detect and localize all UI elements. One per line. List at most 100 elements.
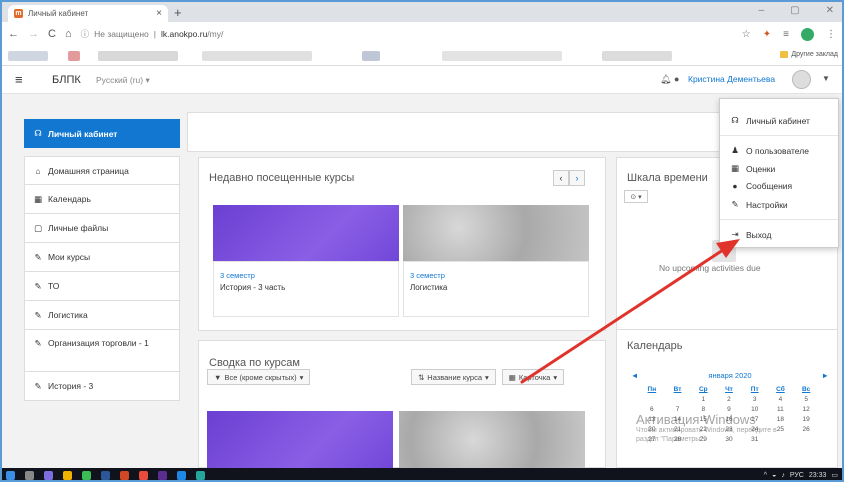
app-icon[interactable] xyxy=(158,470,167,480)
app-icon[interactable] xyxy=(139,470,148,480)
app-icon[interactable] xyxy=(177,470,186,480)
sidebar-item-files[interactable]: ▢ Личные файлы xyxy=(24,214,180,243)
chrome-icon[interactable] xyxy=(82,470,91,480)
powerpoint-icon[interactable] xyxy=(120,470,129,480)
course-category: 3 семестр xyxy=(410,271,445,280)
language-selector[interactable]: Русский (ru) ▾ xyxy=(96,75,150,86)
app-icon[interactable] xyxy=(196,470,205,480)
sidebar-item-my-courses[interactable]: ✎ Мои курсы xyxy=(24,243,180,272)
graduation-cap-icon: ✎ xyxy=(34,309,42,320)
menu-item-profile[interactable]: ♟ О пользователе xyxy=(730,145,809,156)
course-card[interactable]: 3 семестр Логистика xyxy=(403,261,589,317)
calendar-day[interactable]: 26 xyxy=(793,426,819,433)
close-window-icon[interactable]: ✕ xyxy=(826,5,834,16)
blurred-bookmark[interactable] xyxy=(8,51,48,61)
blurred-bookmark[interactable] xyxy=(362,51,380,61)
site-brand[interactable]: БЛПК xyxy=(52,74,81,86)
app-icon[interactable] xyxy=(44,470,53,480)
course-overview-block: Сводка по курсам ▼ Все (кроме скрытых) ▾ ⇅… xyxy=(198,340,606,469)
menu-item-preferences[interactable]: ✎ Настройки xyxy=(730,199,787,210)
reading-list-icon[interactable]: ≡ xyxy=(783,29,789,40)
weekday-header: Чт xyxy=(725,386,733,393)
notifications-icon[interactable]: ▭ xyxy=(831,471,838,479)
calendar-day[interactable]: 12 xyxy=(793,406,819,413)
reload-icon[interactable]: C xyxy=(48,28,56,40)
prev-button[interactable]: ‹ xyxy=(553,170,569,186)
info-icon[interactable]: ⓘ xyxy=(81,28,90,40)
menu-item-logout[interactable]: ⇥ Выход xyxy=(730,229,771,240)
sidebar-item-course[interactable]: ✎ Логистика xyxy=(24,301,180,330)
bell-icon[interactable]: 🔔︎ xyxy=(660,74,671,85)
language-indicator[interactable]: РУС xyxy=(790,472,804,479)
user-name[interactable]: Кристина Дементьева xyxy=(688,74,775,84)
back-icon[interactable]: ← xyxy=(8,28,19,40)
timeline-filter-select[interactable]: ⊙ ▾ xyxy=(624,190,648,203)
other-bookmarks[interactable]: Другие заклад xyxy=(780,51,838,58)
blurred-bookmark[interactable] xyxy=(442,51,562,61)
prev-month-icon[interactable]: ◄ xyxy=(631,371,638,380)
sidebar-item-home[interactable]: ⌂ Домашняя страница xyxy=(24,156,180,185)
sort-icon: ⇅ xyxy=(418,372,425,382)
chevron-down-icon[interactable]: ▼ xyxy=(822,74,830,83)
browser-tab[interactable]: m Личный кабинет × xyxy=(8,5,168,22)
calendar-day[interactable]: 5 xyxy=(793,396,819,403)
hamburger-menu-icon[interactable]: ≡ xyxy=(15,72,31,88)
user-avatar[interactable] xyxy=(792,70,811,89)
next-button[interactable]: › xyxy=(569,170,585,186)
sidebar-item-dashboard[interactable]: ☊ Личный кабинет xyxy=(24,119,180,148)
next-month-icon[interactable]: ► xyxy=(822,371,829,380)
address-bar[interactable]: ⓘ Не защищено | lk.anokpo.ru/my/ xyxy=(81,25,733,43)
blurred-bookmark[interactable] xyxy=(602,51,672,61)
filter-icon: ▼ xyxy=(214,372,222,382)
messages-icon[interactable]: ● xyxy=(674,74,679,84)
windows-taskbar: ^ ◒ ♪ РУС 23:33 ▭ xyxy=(2,468,842,480)
bookmark-star-icon[interactable]: ☆ xyxy=(742,29,751,40)
course-name[interactable]: Логистика xyxy=(410,282,582,294)
course-image[interactable] xyxy=(399,411,585,469)
profile-icon[interactable] xyxy=(801,27,814,41)
course-image[interactable] xyxy=(403,205,589,261)
tab-close-icon[interactable]: × xyxy=(156,8,162,19)
calendar-day[interactable]: 1 xyxy=(690,396,716,403)
sidebar-item-course[interactable]: ✎ ТО xyxy=(24,272,180,301)
menu-item-dashboard[interactable]: ☊ Личный кабинет xyxy=(730,115,810,126)
sidebar-item-course[interactable]: ✎ История - 3 xyxy=(24,372,180,401)
calendar-month[interactable]: января 2020 xyxy=(708,371,751,380)
windows-start-icon[interactable] xyxy=(6,470,15,480)
explorer-icon[interactable] xyxy=(63,470,72,480)
maximize-icon[interactable]: ▢ xyxy=(790,5,799,16)
volume-icon[interactable]: ♪ xyxy=(781,472,785,479)
network-icon[interactable]: ◒ xyxy=(772,472,776,479)
menu-item-grades[interactable]: ▦ Оценки xyxy=(730,163,775,174)
sidebar-item-course[interactable]: ✎ Организация торговли - 1 xyxy=(24,330,180,372)
clock[interactable]: 23:33 xyxy=(809,472,827,479)
calendar-day[interactable]: 3 xyxy=(742,396,768,403)
blurred-bookmark[interactable] xyxy=(68,51,80,61)
new-tab-button[interactable]: + xyxy=(174,5,182,20)
minimize-icon[interactable]: – xyxy=(759,5,765,16)
calendar-day xyxy=(639,396,665,403)
blurred-bookmark[interactable] xyxy=(98,51,178,61)
home-icon[interactable]: ⌂ xyxy=(65,28,72,40)
course-image[interactable] xyxy=(213,205,399,261)
course-card[interactable]: 3 семестр История - 3 часть xyxy=(213,261,399,317)
task-view-icon[interactable] xyxy=(25,470,34,480)
word-icon[interactable] xyxy=(101,470,110,480)
sidebar-item-calendar[interactable]: ▦ Календарь xyxy=(24,185,180,214)
calendar-day[interactable]: 11 xyxy=(768,406,794,413)
filter-dropdown[interactable]: ▼ Все (кроме скрытых) ▾ xyxy=(207,369,311,385)
course-image[interactable] xyxy=(207,411,393,469)
view-dropdown[interactable]: ▦ Карточка ▾ xyxy=(501,369,565,385)
calendar-day[interactable]: 4 xyxy=(768,396,794,403)
calendar-day[interactable]: 19 xyxy=(793,416,819,423)
blurred-bookmark[interactable] xyxy=(202,51,312,61)
menu-item-messages[interactable]: ● Сообщения xyxy=(730,181,792,191)
forward-icon[interactable]: → xyxy=(28,28,39,40)
extension-icon[interactable]: ✦ xyxy=(763,29,771,40)
sort-dropdown[interactable]: ⇅ Название курса ▾ xyxy=(411,369,496,385)
course-name[interactable]: История - 3 часть xyxy=(220,282,392,294)
tray-chevron-icon[interactable]: ^ xyxy=(764,472,767,479)
menu-dots-icon[interactable]: ⋮ xyxy=(826,29,836,40)
graduation-cap-icon: ✎ xyxy=(34,280,42,291)
calendar-day[interactable]: 2 xyxy=(716,396,742,403)
